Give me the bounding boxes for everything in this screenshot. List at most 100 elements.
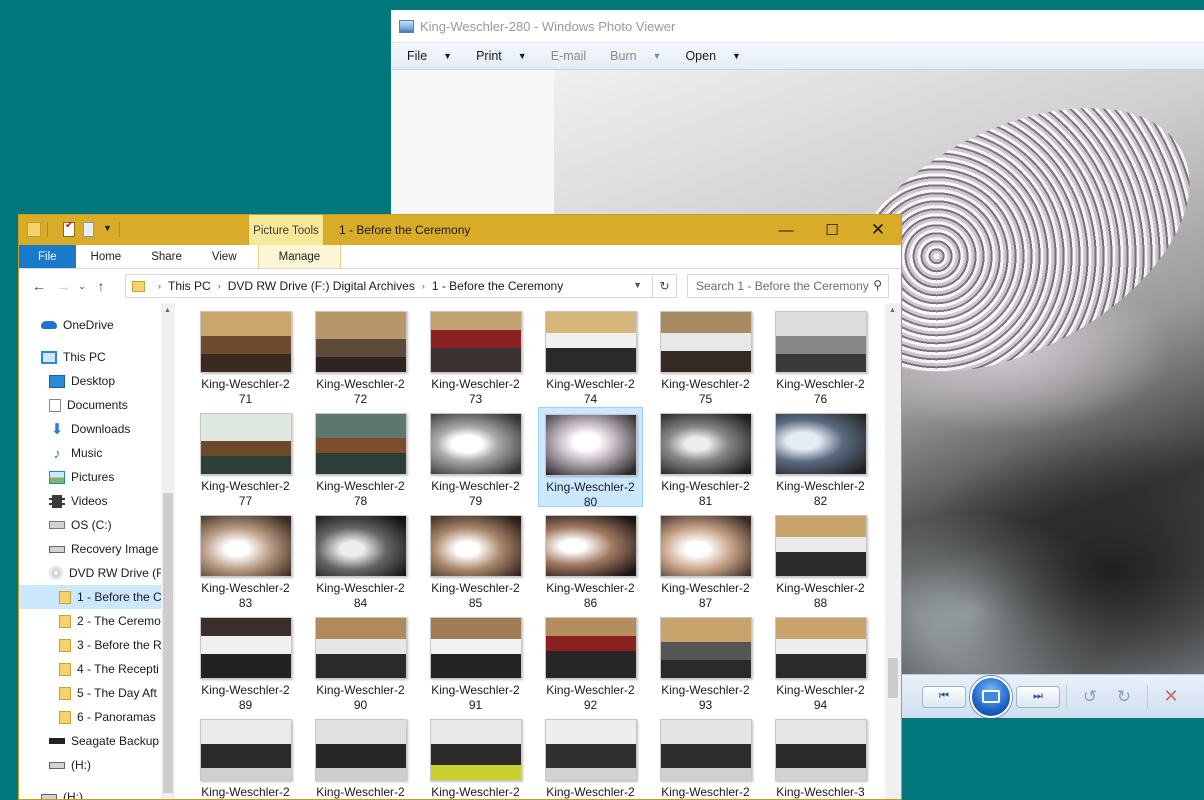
file-tile[interactable]: King-Weschler-2 84	[308, 509, 413, 610]
nav-item-3-before-the-r[interactable]: 3 - Before the R	[19, 633, 175, 657]
refresh-icon: ↻	[659, 279, 670, 293]
search-input[interactable]: Search 1 - Before the Ceremony ⚲	[687, 274, 889, 298]
file-tile[interactable]: King-Weschler-2 72	[308, 305, 413, 406]
breadcrumb-this-pc[interactable]: This PC	[168, 279, 211, 293]
maximize-button[interactable]: ☐	[809, 215, 855, 245]
file-name: King-Weschler-2	[661, 377, 750, 391]
rotate-right-button[interactable]: ↻	[1107, 687, 1141, 707]
file-tile[interactable]: King-Weschler-2 86	[538, 509, 643, 610]
new-folder-icon[interactable]	[83, 222, 94, 237]
file-tile[interactable]: King-Weschler-2 89	[193, 611, 298, 712]
file-tile[interactable]: King-Weschler-2	[423, 713, 528, 799]
nav-item-dvd-rw-drive-f[interactable]: DVD RW Drive (F	[19, 561, 175, 585]
address-bar[interactable]: › This PC › DVD RW Drive (F:) Digital Ar…	[125, 274, 677, 298]
file-tile[interactable]: King-Weschler-2 82	[768, 407, 873, 508]
nav-item-downloads[interactable]: ⬇ Downloads	[19, 417, 175, 441]
file-tile[interactable]: King-Weschler-2 93	[653, 611, 758, 712]
nav-item-seagate-backup[interactable]: Seagate Backup	[19, 729, 175, 753]
scrollbar-thumb[interactable]	[163, 493, 173, 793]
scrollbar-thumb[interactable]	[888, 658, 898, 698]
file-tile[interactable]: King-Weschler-2	[653, 713, 758, 799]
file-tile[interactable]: King-Weschler-2 92	[538, 611, 643, 712]
file-tile[interactable]: King-Weschler-2	[193, 713, 298, 799]
tab-home[interactable]: Home	[76, 245, 137, 268]
nav-item-6-panoramas[interactable]: 6 - Panoramas	[19, 705, 175, 729]
file-tile[interactable]: King-Weschler-2 74	[538, 305, 643, 406]
navigation-pane-scrollbar[interactable]: ▲	[161, 303, 175, 799]
file-tile[interactable]: King-Weschler-2 90	[308, 611, 413, 712]
nav-item-desktop[interactable]: Desktop	[19, 369, 175, 393]
file-tile[interactable]: King-Weschler-2 77	[193, 407, 298, 508]
explorer-title-bar[interactable]: ▼ Picture Tools 1 - Before the Ceremony …	[19, 215, 901, 245]
file-tile[interactable]: King-Weschler-2	[308, 713, 413, 799]
nav-item-videos[interactable]: Videos	[19, 489, 175, 513]
menu-burn[interactable]: Burn ▼	[598, 49, 673, 63]
next-button[interactable]: ⏭	[1016, 685, 1060, 708]
nav-item-2-the-ceremo[interactable]: 2 - The Ceremo	[19, 609, 175, 633]
file-tile[interactable]: King-Weschler-2 81	[653, 407, 758, 508]
rotate-left-button[interactable]: ↺	[1073, 687, 1107, 707]
menu-print[interactable]: Print ▼	[464, 49, 539, 63]
menu-file[interactable]: File ▼	[395, 49, 464, 63]
file-tile[interactable]: King-Weschler-2 88	[768, 509, 873, 610]
file-tile[interactable]: King-Weschler-2 91	[423, 611, 528, 712]
nav-item-5-the-day-aft[interactable]: 5 - The Day Aft	[19, 681, 175, 705]
breadcrumb-dvd-drive[interactable]: DVD RW Drive (F:) Digital Archives	[228, 279, 415, 293]
file-tile[interactable]: King-Weschler-2 78	[308, 407, 413, 508]
tab-manage[interactable]: Manage	[257, 245, 342, 268]
slideshow-button[interactable]	[970, 675, 1012, 718]
photo-thumbnail	[314, 617, 407, 679]
file-tile[interactable]: King-Weschler-3	[768, 713, 873, 799]
photo-thumbnail	[774, 311, 867, 373]
back-button[interactable]: ←	[27, 278, 51, 294]
up-button[interactable]: ↑	[89, 278, 113, 294]
menu-open[interactable]: Open ▼	[673, 49, 753, 63]
nav-item-documents[interactable]: Documents	[19, 393, 175, 417]
breadcrumb-current-folder[interactable]: 1 - Before the Ceremony	[432, 279, 563, 293]
nav-item-h[interactable]: (H:)	[19, 785, 175, 799]
nav-item-pictures[interactable]: Pictures	[19, 465, 175, 489]
nav-item-recovery-image[interactable]: Recovery Image	[19, 537, 175, 561]
recent-locations-button[interactable]: ⌄	[75, 281, 89, 292]
photo-viewer-title-bar[interactable]: King-Weschler-280 - Windows Photo Viewer	[391, 10, 1204, 42]
file-tile[interactable]: King-Weschler-2 79	[423, 407, 528, 508]
photo-thumbnail	[199, 515, 292, 577]
file-tile[interactable]: King-Weschler-2 94	[768, 611, 873, 712]
photo-viewer-menu-bar: File ▼ Print ▼ E-mail Burn ▼ Open ▼	[391, 42, 1204, 70]
previous-button[interactable]: ⏮	[922, 685, 966, 708]
file-tile[interactable]: King-Weschler-2 71	[193, 305, 298, 406]
nav-item-onedrive[interactable]: OneDrive	[19, 313, 175, 337]
delete-button[interactable]: ✕	[1154, 686, 1188, 707]
close-button[interactable]: ✕	[855, 215, 901, 245]
scroll-up-icon[interactable]: ▲	[164, 307, 171, 314]
nav-item-music[interactable]: ♪ Music	[19, 441, 175, 465]
nav-item-h[interactable]: (H:)	[19, 753, 175, 777]
rotate-left-icon: ↺	[1082, 686, 1098, 706]
file-tile[interactable]: King-Weschler-2 76	[768, 305, 873, 406]
properties-icon[interactable]	[63, 220, 75, 237]
minimize-icon: —	[778, 221, 794, 239]
file-tile[interactable]: King-Weschler-2 87	[653, 509, 758, 610]
file-name: King-Weschler-2	[201, 377, 290, 391]
refresh-button[interactable]: ↻	[652, 275, 676, 297]
file-tile[interactable]: King-Weschler-2 83	[193, 509, 298, 610]
file-tile[interactable]: King-Weschler-2 73	[423, 305, 528, 406]
file-tile[interactable]: King-Weschler-2 80	[538, 407, 643, 509]
menu-e-mail[interactable]: E-mail	[539, 49, 598, 63]
file-tile[interactable]: King-Weschler-2 85	[423, 509, 528, 610]
file-tile[interactable]: King-Weschler-2 75	[653, 305, 758, 406]
file-tile[interactable]: King-Weschler-2	[538, 713, 643, 799]
scroll-up-icon[interactable]: ▲	[889, 307, 896, 314]
nav-item-this-pc[interactable]: This PC	[19, 345, 175, 369]
address-dropdown-icon[interactable]: ▼	[633, 280, 642, 290]
nav-item-os-c[interactable]: OS (C:)	[19, 513, 175, 537]
forward-button[interactable]: →	[51, 278, 75, 294]
minimize-button[interactable]: —	[763, 215, 809, 245]
tab-view[interactable]: View	[197, 245, 252, 268]
tab-file[interactable]: File	[19, 245, 76, 268]
tab-share[interactable]: Share	[136, 245, 197, 268]
customize-toolbar-icon[interactable]: ▼	[103, 223, 113, 238]
nav-item-1-before-the-c[interactable]: 1 - Before the C	[19, 585, 175, 609]
nav-item-4-the-recepti[interactable]: 4 - The Recepti	[19, 657, 175, 681]
file-list-scrollbar[interactable]: ▲	[885, 303, 901, 799]
